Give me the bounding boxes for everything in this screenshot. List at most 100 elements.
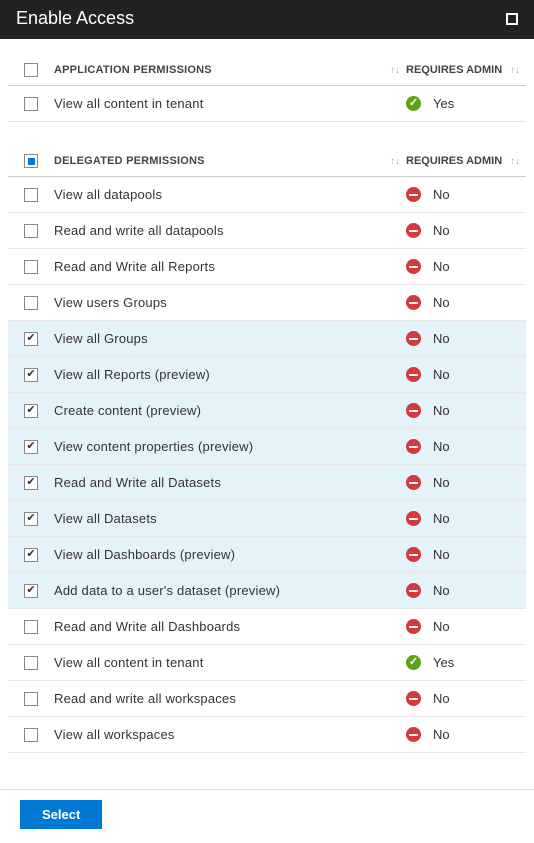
requires-admin-cell: No bbox=[406, 367, 510, 382]
requires-admin-value: No bbox=[433, 583, 450, 598]
minus-circle-icon bbox=[406, 583, 421, 598]
minus-circle-icon bbox=[406, 367, 421, 382]
sort-icon[interactable]: ↑↓ bbox=[390, 65, 400, 76]
requires-admin-cell: No bbox=[406, 727, 510, 742]
requires-admin-value: Yes bbox=[433, 655, 454, 670]
permission-label: Read and Write all Reports bbox=[54, 259, 406, 274]
minus-circle-icon bbox=[406, 691, 421, 706]
permission-row: Read and Write all ReportsNo↑↓ bbox=[8, 249, 526, 285]
permission-checkbox[interactable] bbox=[24, 440, 38, 454]
permission-checkbox[interactable] bbox=[24, 476, 38, 490]
permission-label: View all Datasets bbox=[54, 511, 406, 526]
permission-checkbox[interactable] bbox=[24, 620, 38, 634]
permission-row: Read and Write all DashboardsNo↑↓ bbox=[8, 609, 526, 645]
maximize-icon[interactable] bbox=[506, 13, 518, 25]
delegated-permissions-checkbox[interactable] bbox=[24, 154, 38, 168]
permission-checkbox[interactable] bbox=[24, 584, 38, 598]
minus-circle-icon bbox=[406, 259, 421, 274]
permission-checkbox[interactable] bbox=[24, 296, 38, 310]
permission-checkbox[interactable] bbox=[24, 512, 38, 526]
select-button[interactable]: Select bbox=[20, 800, 102, 829]
requires-admin-value: No bbox=[433, 295, 450, 310]
permission-label: View all workspaces bbox=[54, 727, 406, 742]
minus-circle-icon bbox=[406, 331, 421, 346]
sort-icon[interactable]: ↑↓ bbox=[510, 156, 520, 167]
permission-row: View all Dashboards (preview)No↑↓ bbox=[8, 537, 526, 573]
minus-circle-icon bbox=[406, 511, 421, 526]
requires-admin-value: No bbox=[433, 619, 450, 634]
requires-admin-cell: No bbox=[406, 403, 510, 418]
requires-admin-value: No bbox=[433, 727, 450, 742]
minus-circle-icon bbox=[406, 187, 421, 202]
permission-checkbox[interactable] bbox=[24, 368, 38, 382]
permission-label: View all Dashboards (preview) bbox=[54, 547, 406, 562]
requires-admin-value: No bbox=[433, 187, 450, 202]
requires-admin-cell: No bbox=[406, 439, 510, 454]
permission-row: View all datapoolsNo↑↓ bbox=[8, 177, 526, 213]
requires-admin-cell: No bbox=[406, 259, 510, 274]
minus-circle-icon bbox=[406, 619, 421, 634]
requires-admin-cell: No bbox=[406, 691, 510, 706]
permission-label: Read and Write all Dashboards bbox=[54, 619, 406, 634]
requires-admin-value: No bbox=[433, 223, 450, 238]
permission-label: View all Groups bbox=[54, 331, 406, 346]
permission-row: View all content in tenantYes↑↓ bbox=[8, 86, 526, 122]
requires-admin-value: No bbox=[433, 367, 450, 382]
minus-circle-icon bbox=[406, 727, 421, 742]
requires-admin-cell: No bbox=[406, 583, 510, 598]
permission-row: View all DatasetsNo↑↓ bbox=[8, 501, 526, 537]
permission-checkbox[interactable] bbox=[24, 97, 38, 111]
permission-checkbox[interactable] bbox=[24, 260, 38, 274]
requires-admin-value: No bbox=[433, 259, 450, 274]
sort-icon[interactable]: ↑↓ bbox=[510, 65, 520, 76]
permission-label: View all content in tenant bbox=[54, 655, 406, 670]
delegated-permissions-header: DELEGATED PERMISSIONS ↑↓ REQUIRES ADMIN … bbox=[8, 146, 526, 177]
panel-title: Enable Access bbox=[16, 8, 134, 29]
requires-admin-cell: No bbox=[406, 475, 510, 490]
requires-admin-cell: No bbox=[406, 547, 510, 562]
permission-label: Read and write all datapools bbox=[54, 223, 406, 238]
permission-label: Read and write all workspaces bbox=[54, 691, 406, 706]
requires-admin-cell: No bbox=[406, 223, 510, 238]
permission-label: View all datapools bbox=[54, 187, 406, 202]
permission-label: Read and Write all Datasets bbox=[54, 475, 406, 490]
minus-circle-icon bbox=[406, 547, 421, 562]
panel-header: Enable Access bbox=[0, 0, 534, 39]
permission-checkbox[interactable] bbox=[24, 692, 38, 706]
permission-label: View all Reports (preview) bbox=[54, 367, 406, 382]
app-permissions-col-label: APPLICATION PERMISSIONS bbox=[54, 64, 390, 76]
minus-circle-icon bbox=[406, 403, 421, 418]
permission-label: Add data to a user's dataset (preview) bbox=[54, 583, 406, 598]
requires-admin-value: Yes bbox=[433, 96, 454, 111]
permission-label: Create content (preview) bbox=[54, 403, 406, 418]
permission-label: View users Groups bbox=[54, 295, 406, 310]
permission-row: View all content in tenantYes↑↓ bbox=[8, 645, 526, 681]
app-permissions-checkbox[interactable] bbox=[24, 63, 38, 77]
minus-circle-icon bbox=[406, 295, 421, 310]
permission-row: Create content (preview)No↑↓ bbox=[8, 393, 526, 429]
permission-row: View all workspacesNo↑↓ bbox=[8, 717, 526, 753]
requires-admin-value: No bbox=[433, 691, 450, 706]
permission-checkbox[interactable] bbox=[24, 656, 38, 670]
permission-checkbox[interactable] bbox=[24, 728, 38, 742]
permission-label: View content properties (preview) bbox=[54, 439, 406, 454]
sort-icon[interactable]: ↑↓ bbox=[390, 156, 400, 167]
requires-admin-cell: No bbox=[406, 619, 510, 634]
requires-admin-cell: No bbox=[406, 331, 510, 346]
requires-admin-col-label: REQUIRES ADMIN bbox=[406, 155, 502, 167]
permission-row: Read and write all datapoolsNo↑↓ bbox=[8, 213, 526, 249]
permission-row: Read and write all workspacesNo↑↓ bbox=[8, 681, 526, 717]
permission-row: Add data to a user's dataset (preview) No… bbox=[8, 573, 526, 609]
permission-row: View all Reports (preview)No↑↓ bbox=[8, 357, 526, 393]
permission-row: View users GroupsNo↑↓ bbox=[8, 285, 526, 321]
permissions-content: APPLICATION PERMISSIONS ↑↓ REQUIRES ADMI… bbox=[0, 39, 534, 753]
permission-checkbox[interactable] bbox=[24, 188, 38, 202]
delegated-permissions-col-label: DELEGATED PERMISSIONS bbox=[54, 155, 390, 167]
permission-checkbox[interactable] bbox=[24, 404, 38, 418]
permission-checkbox[interactable] bbox=[24, 224, 38, 238]
permission-checkbox[interactable] bbox=[24, 548, 38, 562]
minus-circle-icon bbox=[406, 439, 421, 454]
permission-label: View all content in tenant bbox=[54, 96, 406, 111]
permission-checkbox[interactable] bbox=[24, 332, 38, 346]
requires-admin-value: No bbox=[433, 475, 450, 490]
